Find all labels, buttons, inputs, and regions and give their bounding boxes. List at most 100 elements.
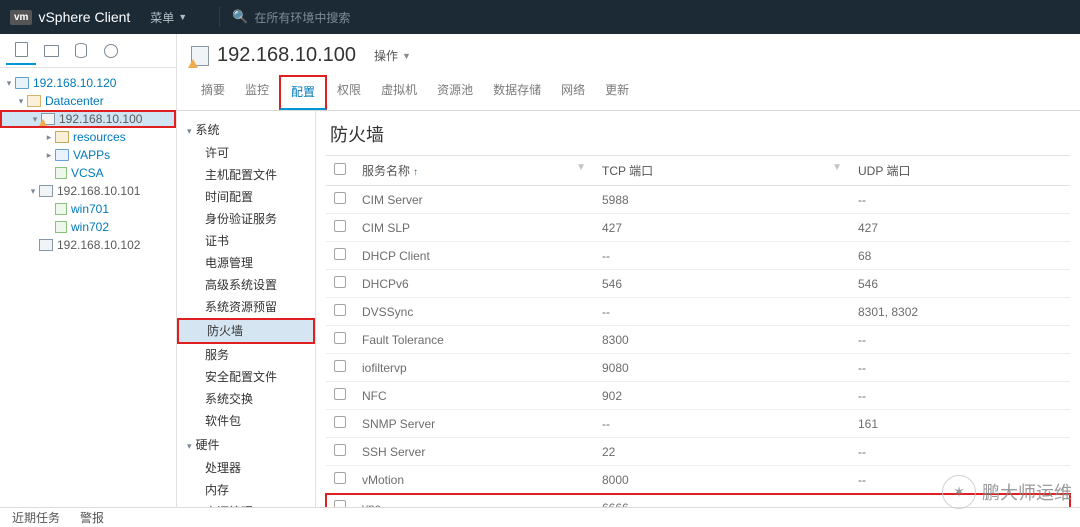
tree-row[interactable]: ▾192.168.10.100 — [0, 110, 176, 128]
cfg-item[interactable]: 软件包 — [177, 410, 315, 432]
tree-row[interactable]: win701 — [0, 200, 176, 218]
tab-资源池[interactable]: 资源池 — [427, 75, 483, 110]
inventory-sidebar: ▾192.168.10.120▾Datacenter▾192.168.10.10… — [0, 34, 177, 507]
table-row[interactable]: DHCPv6546546 — [326, 270, 1070, 298]
disclosure-icon[interactable]: ▸ — [44, 132, 54, 143]
tree-row[interactable]: ▸resources — [0, 128, 176, 146]
table-row[interactable]: iofiltervp9080-- — [326, 354, 1070, 382]
cfg-item[interactable]: 安全配置文件 — [177, 366, 315, 388]
table-row[interactable]: SNMP Server--161 — [326, 410, 1070, 438]
table-row[interactable]: DVSSync--8301, 8302 — [326, 298, 1070, 326]
col-udp-port[interactable]: UDP 端口 — [850, 156, 1070, 186]
col-checkbox[interactable] — [326, 156, 354, 186]
cell-udp-port — [850, 494, 1070, 508]
vmware-logo: vm — [10, 10, 32, 25]
cell-tcp-port: -- — [594, 298, 850, 326]
row-checkbox[interactable] — [334, 332, 346, 344]
cfg-item[interactable]: 电源管理 — [177, 501, 315, 507]
cell-service-name: CIM SLP — [354, 214, 594, 242]
cfg-section[interactable]: 系统 — [177, 117, 315, 142]
hosts-view-tab[interactable] — [6, 37, 36, 65]
cfg-item[interactable]: 系统资源预留 — [177, 296, 315, 318]
cfg-item[interactable]: 电源管理 — [177, 252, 315, 274]
row-checkbox[interactable] — [334, 248, 346, 260]
tab-监控[interactable]: 监控 — [235, 75, 279, 110]
tree-row[interactable]: 192.168.10.102 — [0, 236, 176, 254]
cfg-item[interactable]: 许可 — [177, 142, 315, 164]
row-checkbox[interactable] — [334, 360, 346, 372]
table-row[interactable]: NFC902-- — [326, 382, 1070, 410]
chevron-down-icon: ▼ — [178, 12, 187, 22]
global-search[interactable]: 🔍 在所有环境中搜索 — [232, 9, 350, 26]
cfg-item[interactable]: 证书 — [177, 230, 315, 252]
row-checkbox[interactable] — [334, 472, 346, 484]
tree-row[interactable]: ▾192.168.10.120 — [0, 74, 176, 92]
row-checkbox[interactable] — [334, 388, 346, 400]
alarms-tab[interactable]: 警报 — [80, 509, 104, 526]
row-checkbox[interactable] — [334, 416, 346, 428]
disclosure-icon[interactable]: ▾ — [28, 186, 38, 197]
tab-更新[interactable]: 更新 — [595, 75, 639, 110]
cfg-item[interactable]: 高级系统设置 — [177, 274, 315, 296]
vms-view-tab[interactable] — [36, 37, 66, 65]
cfg-item[interactable]: 服务 — [177, 344, 315, 366]
tree-row[interactable]: win702 — [0, 218, 176, 236]
cfg-item[interactable]: 处理器 — [177, 457, 315, 479]
vertical-divider — [219, 7, 220, 27]
table-row[interactable]: vnc6666 — [326, 494, 1070, 508]
cell-tcp-port: 6666 — [594, 494, 850, 508]
tab-数据存储[interactable]: 数据存储 — [483, 75, 551, 110]
table-row[interactable]: vMotion8000-- — [326, 466, 1070, 494]
tab-网络[interactable]: 网络 — [551, 75, 595, 110]
tree-label: win702 — [71, 220, 172, 234]
recent-tasks-tab[interactable]: 近期任务 — [12, 509, 60, 526]
table-row[interactable]: Fault Tolerance8300-- — [326, 326, 1070, 354]
cfg-item[interactable]: 系统交换 — [177, 388, 315, 410]
disclosure-icon[interactable]: ▸ — [44, 150, 54, 161]
cell-service-name: SSH Server — [354, 438, 594, 466]
cell-service-name: iofiltervp — [354, 354, 594, 382]
storage-view-tab[interactable] — [66, 37, 96, 65]
cell-udp-port: 427 — [850, 214, 1070, 242]
cfg-item[interactable]: 防火墙 — [177, 318, 315, 344]
tree-row[interactable]: ▾192.168.10.101 — [0, 182, 176, 200]
table-row[interactable]: CIM Server5988-- — [326, 186, 1070, 214]
row-checkbox[interactable] — [334, 192, 346, 204]
filter-icon[interactable]: ▼ — [832, 162, 842, 173]
page-header: 192.168.10.100 操作 ▼ — [177, 34, 1080, 75]
row-checkbox[interactable] — [334, 500, 346, 507]
cfg-item[interactable]: 内存 — [177, 479, 315, 501]
tab-权限[interactable]: 权限 — [327, 75, 371, 110]
tab-摘要[interactable]: 摘要 — [191, 75, 235, 110]
search-placeholder: 在所有环境中搜索 — [254, 9, 350, 26]
col-tcp-port[interactable]: TCP 端口▼ — [594, 156, 850, 186]
row-checkbox[interactable] — [334, 276, 346, 288]
cfg-item[interactable]: 时间配置 — [177, 186, 315, 208]
menu-button[interactable]: 菜单 ▼ — [150, 9, 187, 26]
cfg-section[interactable]: 硬件 — [177, 432, 315, 457]
tree-row[interactable]: ▾Datacenter — [0, 92, 176, 110]
disclosure-icon[interactable]: ▾ — [16, 96, 26, 107]
disclosure-icon[interactable]: ▾ — [4, 78, 14, 89]
row-checkbox[interactable] — [334, 444, 346, 456]
table-row[interactable]: DHCP Client--68 — [326, 242, 1070, 270]
cell-udp-port: -- — [850, 354, 1070, 382]
col-service-name[interactable]: 服务名称↑▼ — [354, 156, 594, 186]
actions-dropdown[interactable]: 操作 ▼ — [374, 47, 411, 64]
network-view-tab[interactable] — [96, 37, 126, 65]
tree-row[interactable]: ▸VAPPs — [0, 146, 176, 164]
row-checkbox[interactable] — [334, 304, 346, 316]
cfg-item[interactable]: 身份验证服务 — [177, 208, 315, 230]
header-name-label: 服务名称 — [362, 164, 410, 178]
cell-tcp-port: -- — [594, 242, 850, 270]
tab-虚拟机[interactable]: 虚拟机 — [371, 75, 427, 110]
cell-service-name: vnc — [354, 494, 594, 508]
cell-tcp-port: 5988 — [594, 186, 850, 214]
tab-配置[interactable]: 配置 — [279, 75, 327, 110]
row-checkbox[interactable] — [334, 220, 346, 232]
table-row[interactable]: SSH Server22-- — [326, 438, 1070, 466]
tree-row[interactable]: VCSA — [0, 164, 176, 182]
cfg-item[interactable]: 主机配置文件 — [177, 164, 315, 186]
filter-icon[interactable]: ▼ — [576, 162, 586, 173]
table-row[interactable]: CIM SLP427427 — [326, 214, 1070, 242]
